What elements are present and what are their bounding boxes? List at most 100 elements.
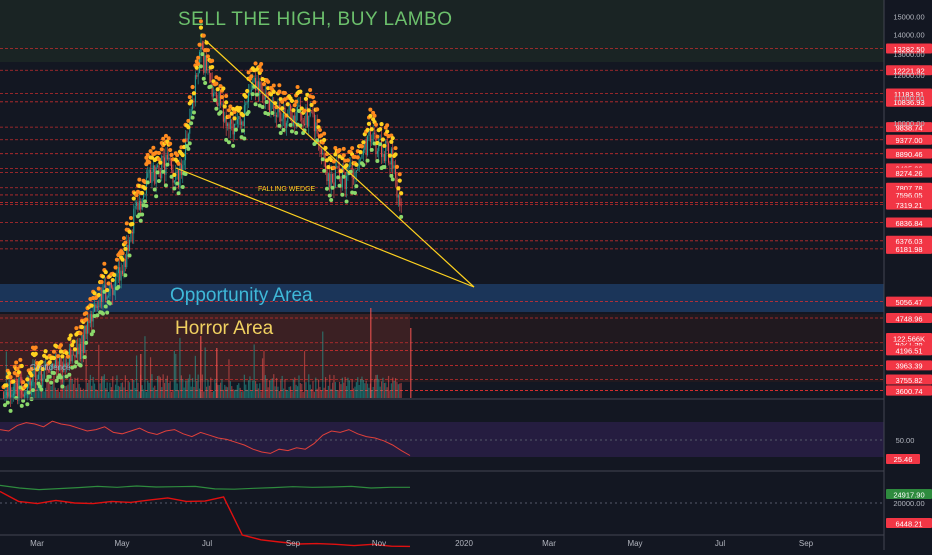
price-dot [375, 159, 380, 164]
volume-bar [58, 391, 61, 398]
price-dot [320, 157, 325, 162]
price-dot [337, 147, 342, 152]
volume-bar [292, 379, 294, 398]
price-dot [294, 99, 299, 104]
volume-bar [82, 388, 84, 398]
price-dot [322, 168, 327, 173]
volume-bar [166, 375, 168, 398]
price-tick-label: 13000.00 [893, 50, 924, 59]
price-dot [218, 110, 223, 115]
price-dot [91, 329, 96, 334]
volume-bar [372, 386, 374, 398]
candle-body [101, 293, 103, 302]
candle-body [327, 173, 329, 181]
price-dot [158, 160, 163, 165]
candle-body [371, 141, 373, 143]
price-dot [390, 136, 395, 141]
volume-bar [100, 376, 103, 398]
price-dot [308, 87, 313, 92]
candle-body [7, 392, 9, 397]
volume-bar [268, 380, 271, 398]
price-dot [369, 127, 374, 132]
candle-body [138, 200, 140, 210]
volume-bar [200, 336, 202, 398]
volume-bar [362, 379, 364, 398]
volume-bar [289, 386, 292, 398]
price-dot [200, 52, 205, 57]
price-dot [345, 158, 351, 163]
volume-bar [270, 380, 272, 398]
price-dot [72, 347, 78, 352]
price-dot [131, 196, 136, 201]
candle-body [388, 143, 390, 163]
candle-body [25, 392, 27, 396]
price-dot [294, 130, 299, 135]
volume-bar [177, 390, 180, 398]
volume-bar [175, 353, 177, 398]
candle-body [196, 75, 198, 77]
candle-body [117, 267, 119, 274]
price-dot [120, 251, 125, 256]
price-dot [350, 146, 355, 151]
candle-body [281, 118, 283, 122]
price-dot [393, 152, 398, 157]
time-tick-label: Mar [542, 539, 556, 548]
price-label: 4196.51 [895, 347, 922, 356]
price-dot [25, 377, 30, 382]
candle-body [382, 154, 384, 157]
price-axis: 13282.5012221.9211183.9110836.939838.749… [886, 13, 932, 528]
volume-bar [389, 390, 391, 398]
volume-bar [89, 374, 91, 398]
candle-body [85, 325, 87, 334]
volume-bar [235, 389, 237, 398]
candle-body [266, 94, 268, 96]
price-dot [354, 162, 359, 167]
volume-bar [204, 347, 206, 398]
price-dot [259, 62, 264, 67]
price-dot [14, 360, 19, 365]
price-dot [270, 110, 275, 115]
price-dot [155, 170, 160, 175]
price-dot [113, 265, 118, 270]
volume-bar [203, 391, 205, 398]
volume-bar [322, 331, 324, 398]
price-dot [303, 96, 309, 101]
volume-bar [81, 390, 83, 398]
price-dot [198, 64, 203, 69]
price-dot [373, 122, 379, 127]
time-tick-label: May [114, 539, 129, 548]
volume-bar [287, 390, 289, 398]
volume-bar [128, 382, 131, 398]
candle-body [147, 173, 149, 178]
candle-body [399, 195, 401, 206]
volume-bar [253, 344, 255, 398]
candle-body [301, 113, 303, 121]
price-dot [189, 121, 194, 126]
price-dot [51, 349, 56, 354]
volume-bar [295, 384, 297, 398]
price-dot [140, 212, 145, 217]
price-dot [64, 350, 69, 356]
candle-body [304, 123, 306, 126]
candle-body [42, 378, 44, 382]
price-dot [172, 186, 177, 191]
volume-bar [397, 384, 399, 398]
candle-body [238, 116, 240, 120]
candle-body [15, 382, 17, 384]
price-dot [390, 177, 395, 182]
volume-bar [176, 383, 178, 398]
volume-bar [351, 379, 353, 398]
price-dot [306, 108, 311, 113]
price-dot [359, 144, 365, 149]
price-dot [380, 137, 386, 142]
price-label: 8890.46 [895, 150, 922, 159]
chart-svg: SELL THE HIGH, BUY LAMBO Opportunity Are… [0, 0, 932, 550]
volume-bar [242, 391, 244, 398]
price-dot [203, 80, 208, 85]
price-dot [96, 286, 101, 291]
price-dot [340, 192, 345, 197]
price-dot [168, 147, 173, 153]
volume-bar [124, 375, 126, 398]
price-dot [365, 127, 370, 133]
price-dot [168, 141, 173, 146]
